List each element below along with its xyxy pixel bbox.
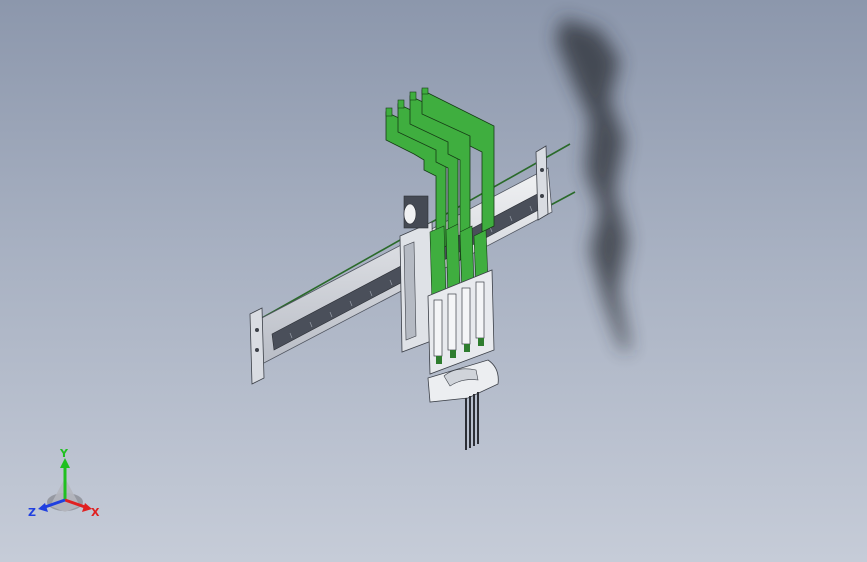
coordinate-triad[interactable]: Y X Z [24, 448, 106, 524]
pipette-heads[interactable] [427, 269, 499, 450]
model-shadow [556, 18, 630, 350]
y-axis-label: Y [59, 448, 69, 460]
z-axis-label: Z [28, 506, 36, 519]
x-axis-label: X [91, 506, 100, 519]
model-scene[interactable] [0, 0, 867, 562]
cad-viewport[interactable]: Y X Z [0, 0, 867, 562]
